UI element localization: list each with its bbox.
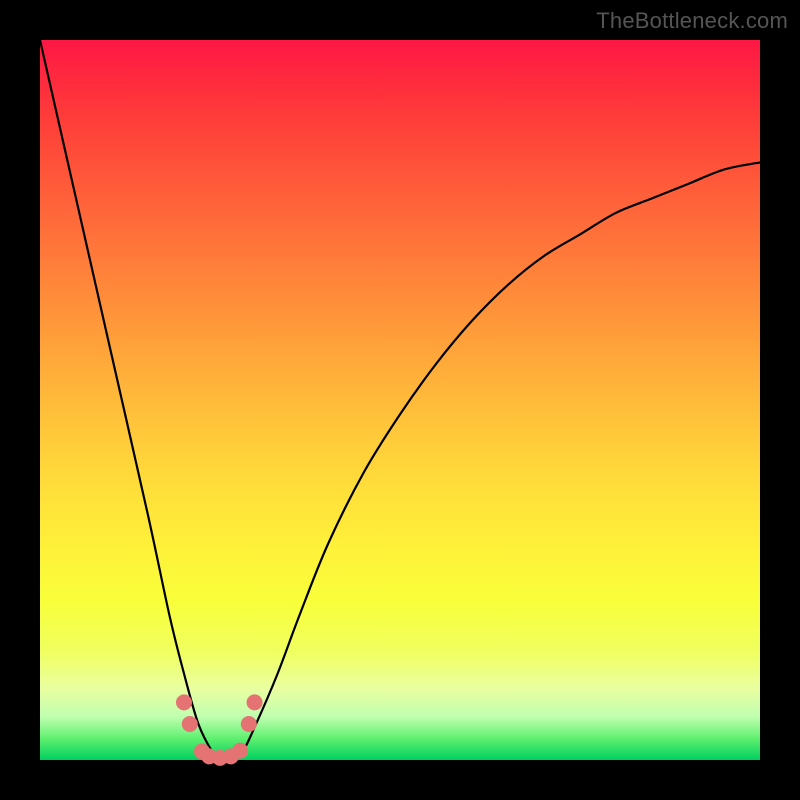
marker-point xyxy=(241,716,257,732)
marker-point xyxy=(247,694,263,710)
chart-frame: TheBottleneck.com xyxy=(0,0,800,800)
bottleneck-curve xyxy=(40,40,760,761)
marker-point xyxy=(176,694,192,710)
curve-svg xyxy=(40,40,760,760)
attribution-text: TheBottleneck.com xyxy=(596,8,788,34)
marker-point xyxy=(182,716,198,732)
highlighted-points xyxy=(176,694,263,765)
marker-point xyxy=(232,743,248,759)
plot-area xyxy=(40,40,760,760)
